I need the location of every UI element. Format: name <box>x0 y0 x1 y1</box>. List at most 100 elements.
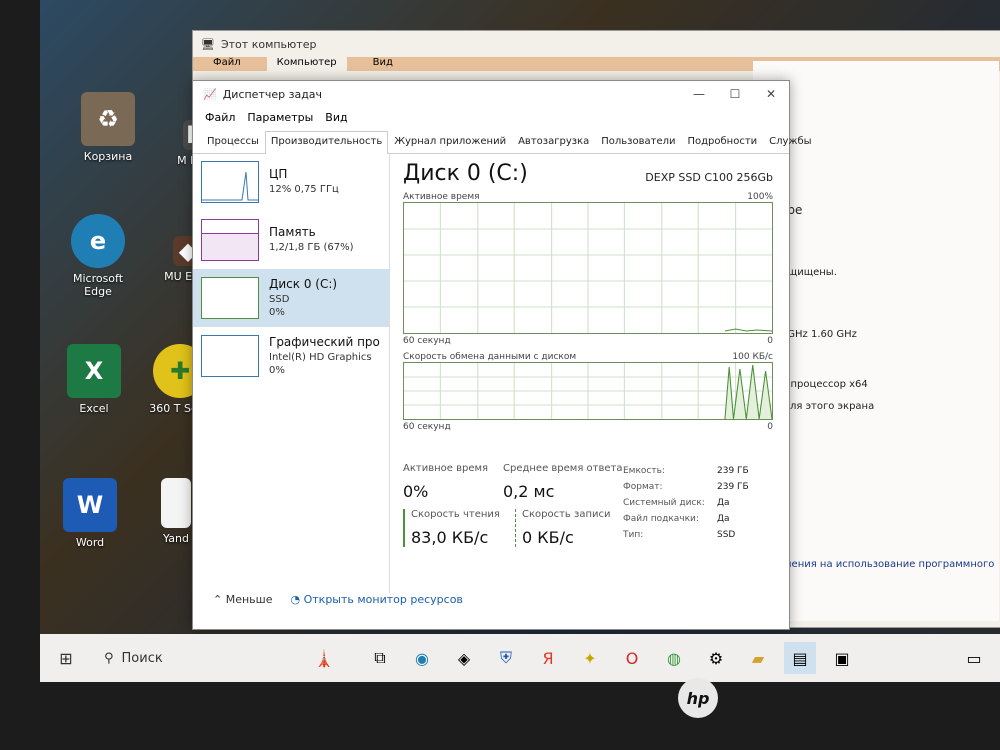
stat-value: 0,2 мс <box>503 482 555 501</box>
prop-row: Емкость: <box>623 463 705 479</box>
menu-view[interactable]: Вид <box>325 111 347 124</box>
menu-file[interactable]: Файл <box>205 111 235 124</box>
windows-icon: ⊞ <box>59 648 73 668</box>
word-icon: W <box>63 478 117 532</box>
desktop-icon-excel[interactable]: X Excel <box>54 344 134 415</box>
tab-details[interactable]: Подробности <box>681 131 763 153</box>
tab-services[interactable]: Службы <box>763 131 817 153</box>
resource-usage: 0% <box>269 306 285 318</box>
task-manager-icon: ▤ <box>792 648 808 668</box>
prop-value: 239 ГБ <box>717 482 749 492</box>
tab-users[interactable]: Пользователи <box>595 131 681 153</box>
explorer-titlebar: 🖥 Этот компьютер <box>193 31 1000 57</box>
prop-value: Да <box>717 498 730 508</box>
news-widget[interactable]: 🗼 <box>294 642 354 674</box>
graph1-header: Активное время 100% <box>403 192 773 202</box>
yandex-icon: Я <box>542 648 554 668</box>
desktop-icon-recycle-bin[interactable]: ♻ Корзина <box>68 92 148 163</box>
chrome-icon: ◍ <box>667 648 681 668</box>
desktop-icon-edge[interactable]: e Microsoft Edge <box>58 214 138 298</box>
resource-name: Графический про <box>269 334 380 349</box>
taskbar-settings[interactable]: ⚙ <box>700 642 732 674</box>
stat-value: 0% <box>403 482 429 501</box>
resource-detail: Intel(R) HD Graphics <box>269 351 372 363</box>
stat-label: Среднее время ответа <box>503 463 623 474</box>
maximize-button[interactable]: ☐ <box>717 87 753 101</box>
resource-name: Диск 0 (C:) <box>269 276 338 291</box>
gpu-thumbnail-graph <box>201 335 259 377</box>
menu-options[interactable]: Параметры <box>247 111 313 124</box>
graph1-footer: 60 секунд 0 <box>403 336 773 346</box>
active-time-graph <box>403 202 773 334</box>
fewer-details-label: Меньше <box>225 593 273 606</box>
tab-app-history[interactable]: Журнал приложений <box>388 131 512 153</box>
resource-monitor-label: Открыть монитор ресурсов <box>303 593 463 606</box>
resource-disk[interactable]: Диск 0 (C:) SSD 0% <box>193 269 389 327</box>
prop-value: Да <box>717 514 730 524</box>
task-manager-titlebar: 📈 Диспетчер задач — ☐ ✕ <box>193 81 789 107</box>
taskbar-app-2[interactable]: ⛨ <box>490 642 522 674</box>
prop-row: Формат: <box>623 479 705 495</box>
tab-startup[interactable]: Автозагрузка <box>512 131 595 153</box>
ribbon-tab-computer[interactable]: Компьютер <box>266 57 347 71</box>
prop-value: 239 ГБ <box>717 466 749 476</box>
resource-list: ЦП 12% 0,75 ГГц Память 1,2/1,8 ГБ (67%) … <box>193 153 390 593</box>
taskbar-explorer[interactable]: ▰ <box>742 642 774 674</box>
task-manager-footer: ⌃ Меньше ◔ Открыть монитор ресурсов <box>213 593 463 606</box>
start-button[interactable]: ⊞ <box>50 642 82 674</box>
app-icon <box>161 478 191 528</box>
minimize-button[interactable]: — <box>681 87 717 101</box>
taskbar-edge[interactable]: ◉ <box>406 642 438 674</box>
task-view-button[interactable]: ⧉ <box>364 642 396 674</box>
resource-gpu[interactable]: Графический про Intel(R) HD Graphics 0% <box>193 327 389 385</box>
tab-strip: Процессы Производительность Журнал прило… <box>193 131 812 154</box>
taskbar-app-3[interactable]: ✦ <box>574 642 606 674</box>
computer-icon: 🖥 <box>201 37 215 51</box>
graph1-max: 100% <box>747 192 773 202</box>
ribbon-tab-view[interactable]: Вид <box>373 57 393 71</box>
taskbar: ⊞ ⚲ Поиск 🗼 ⧉ ◉ ◈ ⛨ Я ✦ O ◍ ⚙ ▰ ▤ ▣ ▭ <box>40 634 1000 682</box>
resource-detail: 12% 0,75 ГГц <box>269 184 339 195</box>
shield-icon: ⛨ <box>499 648 512 667</box>
stat-value: 0 КБ/с <box>522 528 574 547</box>
graph2-label: Скорость обмена данными с диском <box>403 352 577 362</box>
graph1-min: 0 <box>767 336 773 346</box>
resource-detail: 1,2/1,8 ГБ (67%) <box>269 242 354 253</box>
app-icon: ▣ <box>834 648 850 668</box>
ribbon-tab-file[interactable]: Файл <box>213 57 241 71</box>
resource-cpu[interactable]: ЦП 12% 0,75 ГГц <box>193 153 389 211</box>
desktop-icon-word[interactable]: W Word <box>50 478 130 549</box>
taskbar-app-4[interactable]: ▣ <box>826 642 858 674</box>
prop-key: Системный диск: <box>623 498 705 508</box>
graph2-max: 100 КБ/с <box>732 352 773 362</box>
fewer-details-button[interactable]: ⌃ Меньше <box>213 593 273 606</box>
prop-key: Формат: <box>623 482 663 492</box>
taskbar-chrome[interactable]: ◍ <box>658 642 690 674</box>
task-manager-icon: 📈 <box>203 87 217 101</box>
stat-value: 83,0 КБ/с <box>411 528 489 547</box>
resource-name: ЦП <box>269 167 288 181</box>
open-resource-monitor-link[interactable]: ◔ Открыть монитор ресурсов <box>291 593 463 606</box>
hp-logo: hp <box>678 678 718 718</box>
tab-processes[interactable]: Процессы <box>201 131 265 153</box>
notification-button[interactable]: ▭ <box>958 642 990 674</box>
tab-performance[interactable]: Производительность <box>264 131 389 154</box>
prop-row: Системный диск: <box>623 495 705 511</box>
taskbar-opera[interactable]: O <box>616 642 648 674</box>
resource-detail: SSD <box>269 293 290 305</box>
prop-row: Файл подкачки: <box>623 511 705 527</box>
write-speed-stat: Скорость записи 0 КБ/с <box>515 509 610 547</box>
task-manager-window[interactable]: 📈 Диспетчер задач — ☐ ✕ Файл Параметры В… <box>192 80 812 630</box>
resource-memory[interactable]: Память 1,2/1,8 ГБ (67%) <box>193 211 389 269</box>
taskbar-yandex[interactable]: Я <box>532 642 564 674</box>
disk-properties: Емкость: Формат: Системный диск: Файл по… <box>623 463 705 543</box>
taskbar-app-1[interactable]: ◈ <box>448 642 480 674</box>
task-manager-title: Диспетчер задач <box>222 87 323 101</box>
recycle-bin-icon: ♻ <box>81 92 135 146</box>
taskbar-taskmanager[interactable]: ▤ <box>784 642 816 674</box>
stat-label: Активное время <box>403 463 489 474</box>
search-box[interactable]: ⚲ Поиск <box>92 651 294 666</box>
desktop-icon-label: Word <box>75 536 105 549</box>
laptop-screen: ♻ Корзина M M Корп e Microsoft Edge ◆ MU… <box>40 0 1000 682</box>
close-button[interactable]: ✕ <box>753 87 789 101</box>
